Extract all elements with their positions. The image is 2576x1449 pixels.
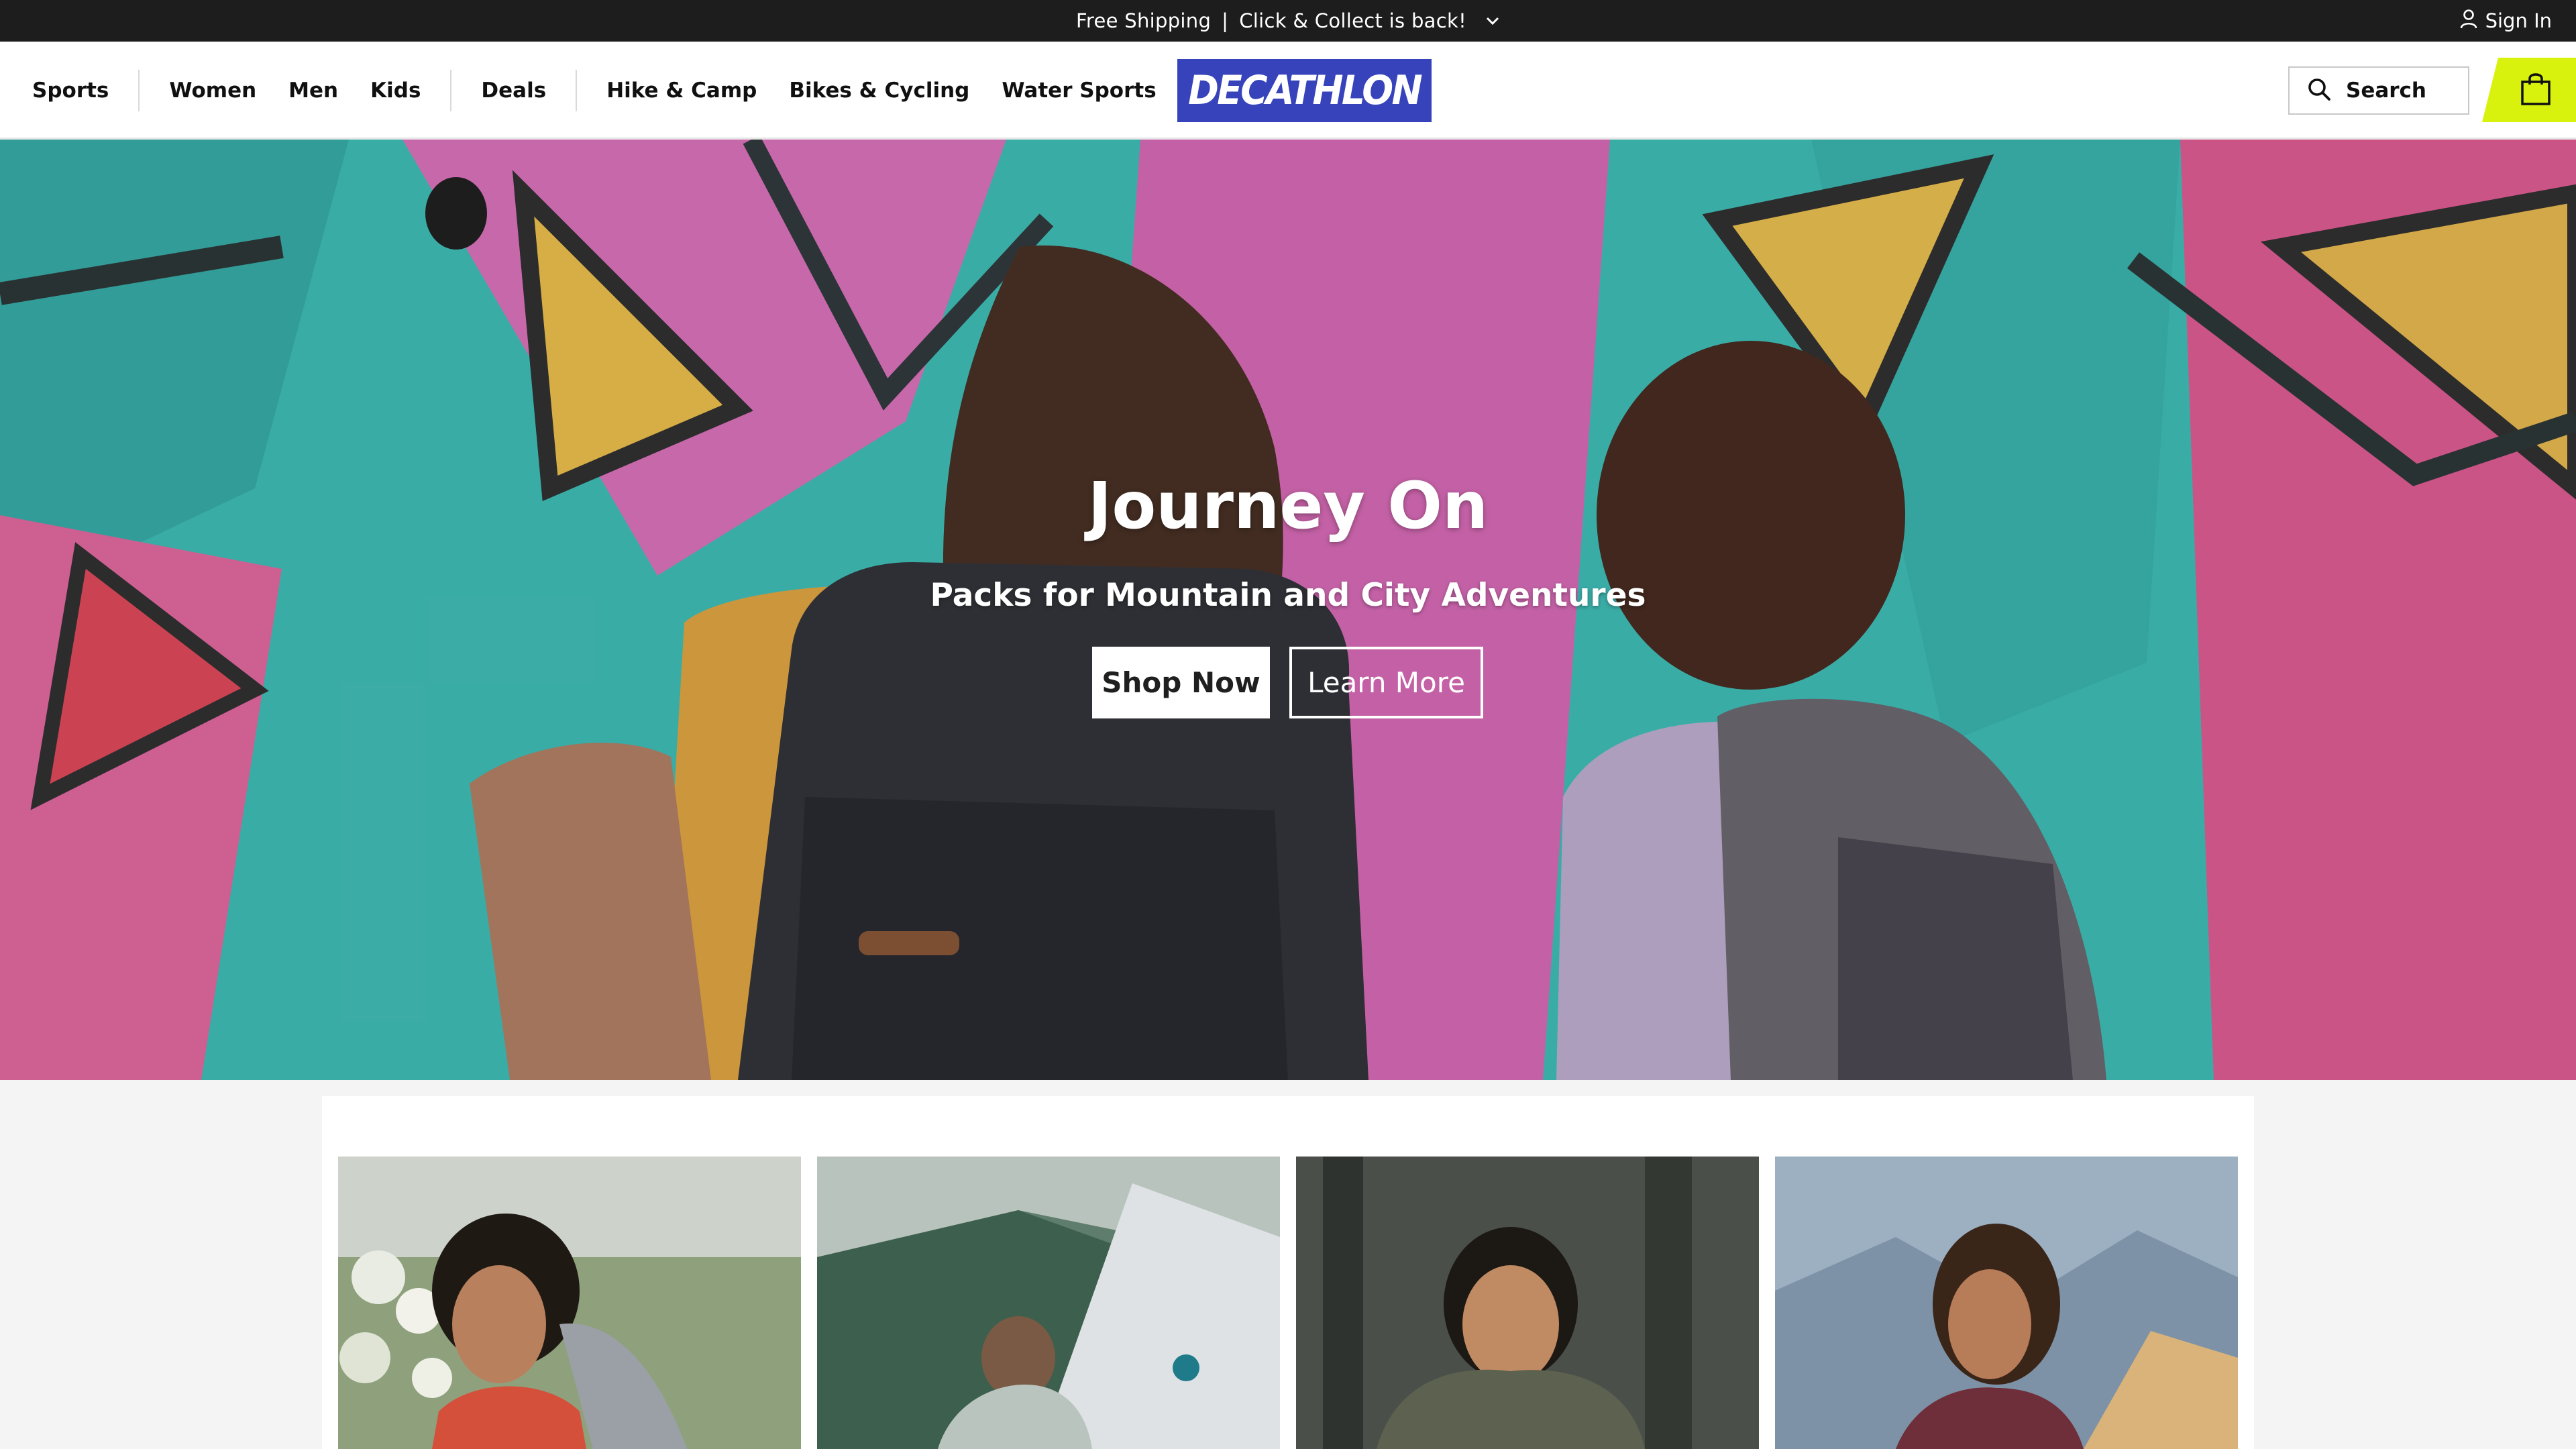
logo-text: DECATHLON xyxy=(1188,67,1423,114)
learn-more-button[interactable]: Learn More xyxy=(1289,647,1483,718)
sign-in-link[interactable]: Sign In xyxy=(2460,0,2552,42)
cart-button[interactable] xyxy=(2482,58,2576,122)
decathlon-logo[interactable]: DECATHLON xyxy=(1177,59,1432,122)
promo-bar: Free Shipping | Click & Collect is back! xyxy=(0,0,2576,42)
hero-title: Journey On xyxy=(1087,468,1489,543)
nav-kids[interactable]: Kids xyxy=(370,78,421,103)
hero-banner: Journey On Packs for Mountain and City A… xyxy=(0,140,2576,1080)
hero-subtitle: Packs for Mountain and City Adventures xyxy=(930,577,1646,614)
search-input[interactable]: Search xyxy=(2288,66,2469,115)
sign-in-label: Sign In xyxy=(2485,9,2552,32)
category-card-mountain[interactable] xyxy=(1775,1157,2238,1449)
nav-hike-camp[interactable]: Hike & Camp xyxy=(606,78,757,103)
nav-men[interactable]: Men xyxy=(288,78,338,103)
promo-text-click-collect[interactable]: Click & Collect is back! xyxy=(1239,9,1466,32)
category-card-tent[interactable] xyxy=(817,1157,1280,1449)
user-icon xyxy=(2460,9,2477,34)
category-card-puffer[interactable] xyxy=(1296,1157,1759,1449)
chevron-down-icon[interactable] xyxy=(1485,16,1500,25)
nav-women[interactable]: Women xyxy=(169,78,256,103)
nav-water-sports[interactable]: Water Sports xyxy=(1002,78,1156,103)
site-header: Sports Women Men Kids Deals Hike & Camp … xyxy=(0,42,2576,139)
shop-now-button[interactable]: Shop Now xyxy=(1092,647,1270,718)
shopping-bag-icon xyxy=(2520,71,2551,109)
nav-divider xyxy=(450,69,452,111)
category-card-hiker-flowers[interactable] xyxy=(338,1157,801,1449)
nav-divider xyxy=(576,69,578,111)
nav-deals[interactable]: Deals xyxy=(481,78,546,103)
category-cards xyxy=(322,1096,2254,1449)
search-label: Search xyxy=(2346,78,2427,103)
promo-separator: | xyxy=(1222,9,1229,32)
nav-sports[interactable]: Sports xyxy=(32,78,109,103)
nav-bikes-cycling[interactable]: Bikes & Cycling xyxy=(789,78,969,103)
nav-divider xyxy=(138,69,140,111)
search-icon xyxy=(2307,77,2331,104)
main-nav: Sports Women Men Kids Deals Hike & Camp … xyxy=(32,42,1157,139)
promo-text-shipping[interactable]: Free Shipping xyxy=(1076,9,1211,32)
